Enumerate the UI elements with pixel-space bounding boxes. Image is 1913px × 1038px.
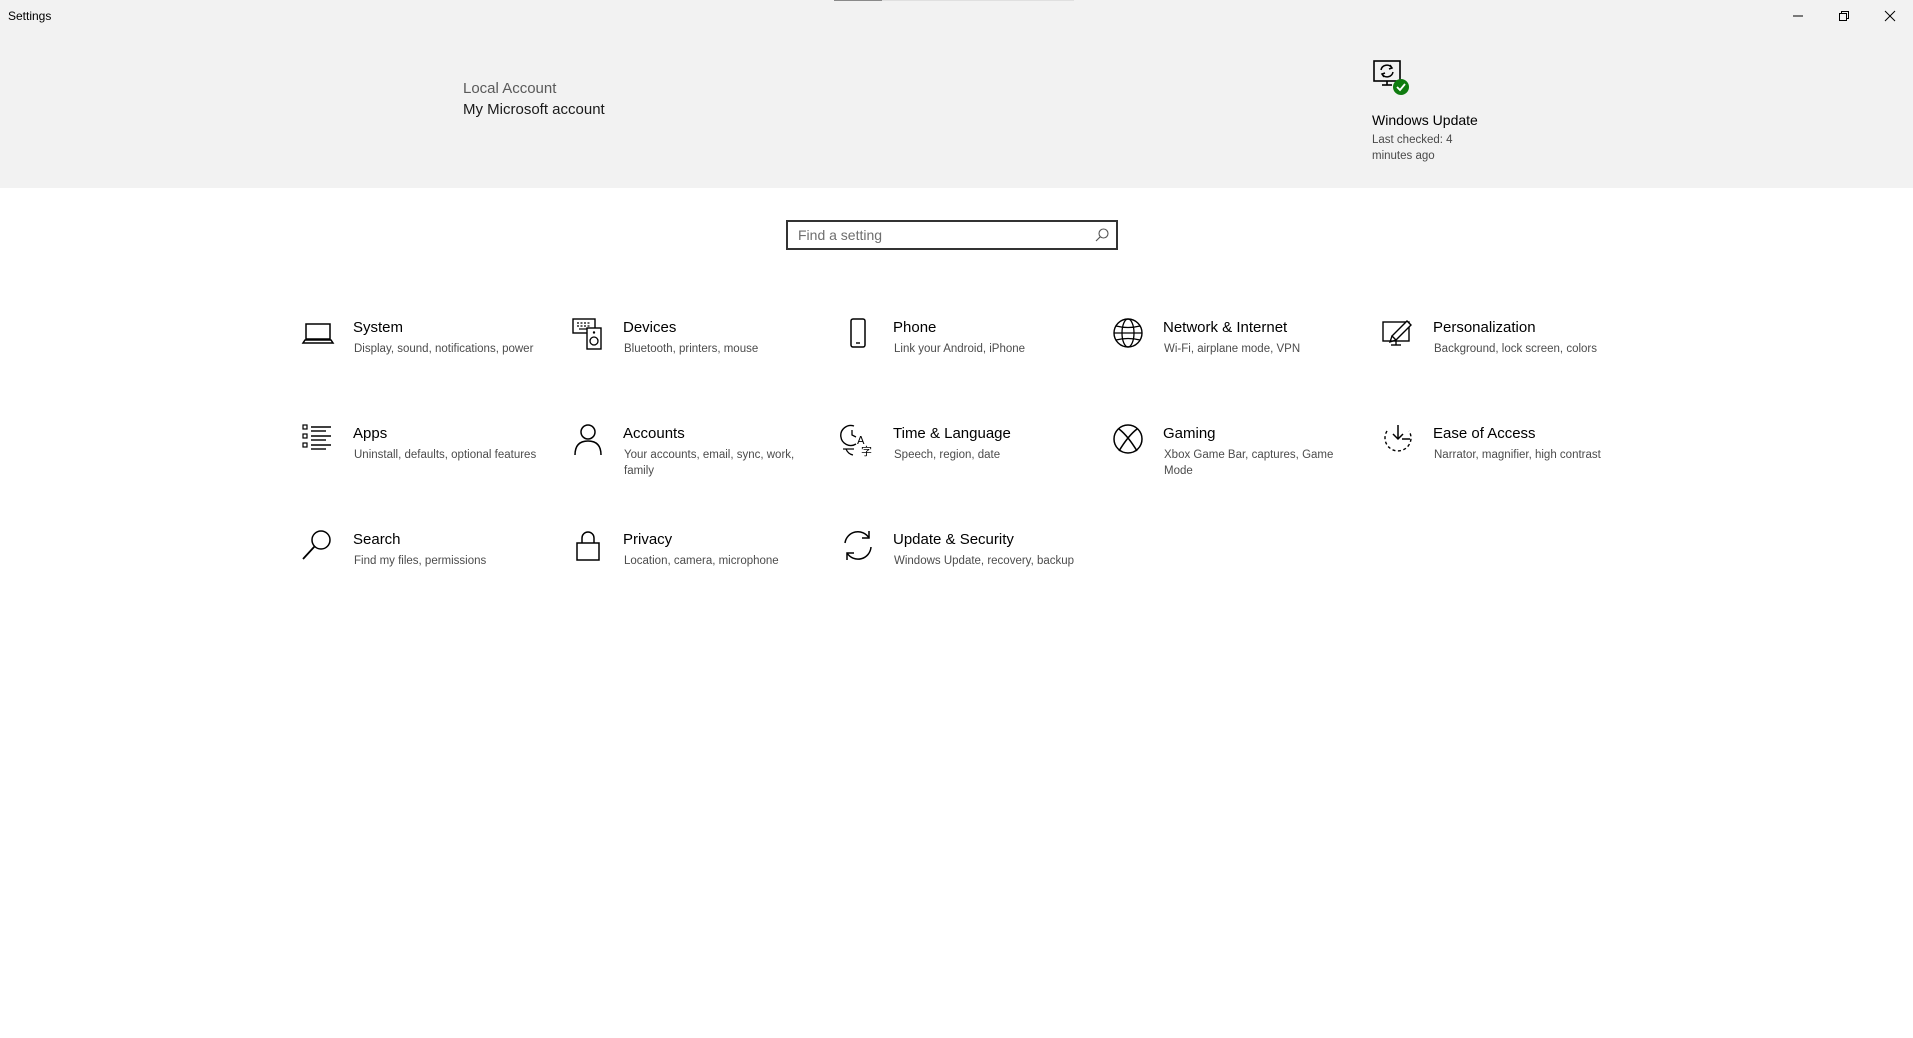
category-phone[interactable]: Phone Link your Android, iPhone (840, 316, 1090, 406)
category-description: Speech, region, date (894, 449, 1001, 461)
category-apps[interactable]: Apps Uninstall, defaults, optional featu… (300, 422, 550, 512)
windows-update-icon (1372, 58, 1412, 98)
account-section: Local Account My Microsoft account (463, 80, 605, 118)
category-name: Network & Internet (1163, 319, 1288, 336)
category-description: Windows Update, recovery, backup (894, 555, 1075, 567)
category-personalization[interactable]: Personalization Background, lock screen,… (1380, 316, 1630, 406)
category-description: Bluetooth, printers, mouse (624, 343, 759, 355)
personalization-icon (1380, 316, 1416, 352)
category-name: Phone (893, 319, 937, 336)
ease-of-access-icon (1380, 422, 1416, 458)
settings-window: Settings Local Account My Microsoft acco… (0, 0, 1913, 1038)
category-name: Search (353, 531, 401, 548)
category-name: Ease of Access (1433, 425, 1536, 442)
close-button[interactable] (1867, 0, 1913, 32)
category-name: Devices (623, 319, 677, 336)
microsoft-account-link[interactable]: My Microsoft account (463, 101, 605, 118)
category-description: Link your Android, iPhone (894, 343, 1026, 355)
category-name: System (353, 319, 404, 336)
devices-icon (570, 316, 606, 352)
category-description: Display, sound, notifications, power (354, 343, 534, 355)
category-description: Background, lock screen, colors (1434, 343, 1597, 355)
category-gaming[interactable]: Gaming Xbox Game Bar, captures, Game Mod… (1110, 422, 1360, 512)
restore-button[interactable] (1821, 0, 1867, 32)
time-language-icon: A字 (840, 422, 876, 458)
category-devices[interactable]: Devices Bluetooth, printers, mouse (570, 316, 820, 406)
sync-icon (840, 528, 876, 564)
search-input[interactable] (788, 222, 1088, 248)
apps-list-icon (300, 422, 336, 458)
window-title: Settings (8, 9, 52, 23)
category-network-internet[interactable]: Network & Internet Wi-Fi, airplane mode,… (1110, 316, 1360, 406)
windows-update-status: Last checked: 4 minutes ago (1372, 134, 1453, 162)
category-description: Narrator, magnifier, high contrast (1434, 449, 1601, 461)
category-name: Privacy (623, 531, 673, 548)
category-description: Find my files, permissions (354, 555, 487, 567)
title-bar[interactable]: Settings (0, 0, 1913, 32)
search-icon (300, 528, 336, 564)
category-search[interactable]: Search Find my files, permissions (300, 528, 550, 618)
update-progress-bar (834, 0, 1074, 1)
category-update-security[interactable]: Update & Security Windows Update, recove… (840, 528, 1090, 618)
minimize-button[interactable] (1775, 0, 1821, 32)
person-icon (570, 422, 606, 458)
account-type-label: Local Account (463, 80, 557, 97)
svg-text:字: 字 (861, 444, 872, 458)
category-name: Accounts (623, 425, 685, 442)
category-description: Location, camera, microphone (624, 555, 779, 567)
category-description: Xbox Game Bar, captures, Game Mode (1164, 449, 1334, 477)
windows-update-shortcut[interactable]: Windows Update Last checked: 4 minutes a… (1372, 58, 1512, 164)
category-name: Personalization (1433, 319, 1536, 336)
category-description: Wi-Fi, airplane mode, VPN (1164, 343, 1301, 355)
phone-icon (840, 316, 876, 352)
windows-update-title: Windows Update (1372, 112, 1478, 128)
category-ease-of-access[interactable]: Ease of Access Narrator, magnifier, high… (1380, 422, 1630, 512)
category-privacy[interactable]: Privacy Location, camera, microphone (570, 528, 820, 618)
category-system[interactable]: System Display, sound, notifications, po… (300, 316, 550, 406)
lock-icon (570, 528, 606, 564)
update-progress-fill (834, 0, 882, 1)
category-description: Uninstall, defaults, optional features (354, 449, 537, 461)
header-band (0, 32, 1913, 188)
search-icon[interactable] (1094, 227, 1110, 243)
category-time-language[interactable]: A字 Time & Language Speech, region, date (840, 422, 1090, 512)
globe-icon (1110, 316, 1146, 352)
minimize-icon (1793, 15, 1803, 17)
xbox-icon (1110, 422, 1146, 458)
restore-icon (1839, 11, 1849, 21)
close-icon (1884, 10, 1896, 22)
find-setting-search-box[interactable] (786, 220, 1118, 250)
category-description: Your accounts, email, sync, work, family (624, 449, 795, 477)
category-name: Time & Language (893, 425, 1011, 442)
category-name: Update & Security (893, 531, 1014, 548)
category-accounts[interactable]: Accounts Your accounts, email, sync, wor… (570, 422, 820, 512)
category-name: Gaming (1163, 425, 1216, 442)
laptop-icon (300, 316, 336, 352)
category-name: Apps (353, 425, 388, 442)
